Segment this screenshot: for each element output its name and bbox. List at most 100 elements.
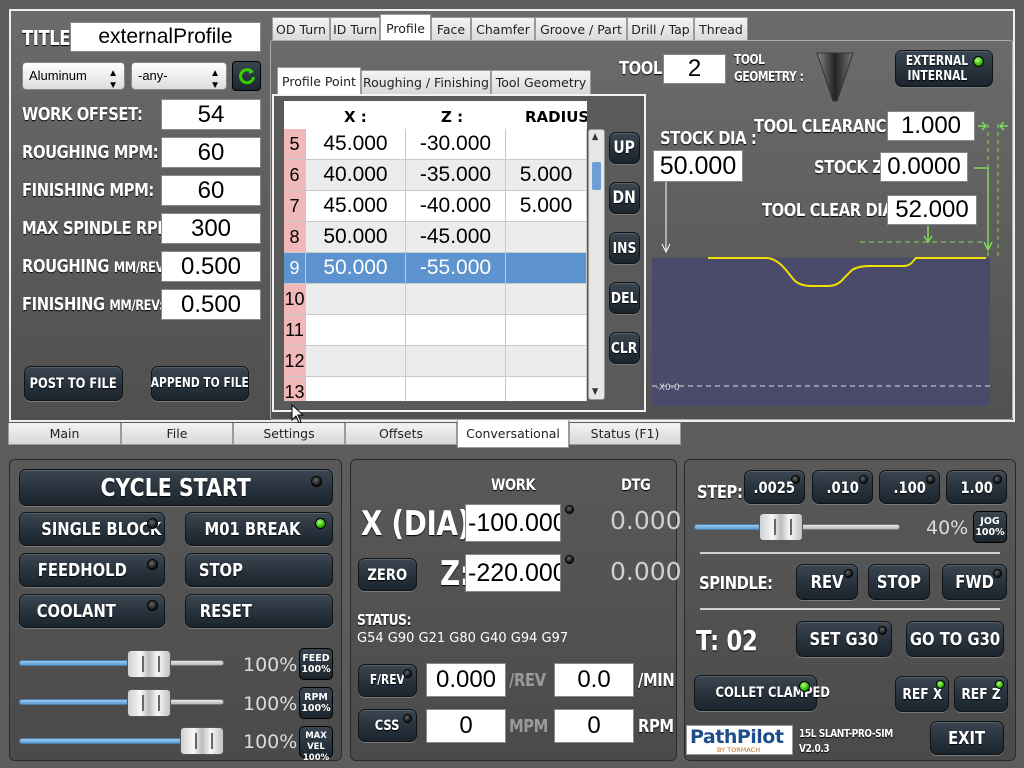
radius-cell[interactable] [506, 346, 587, 377]
row-number-cell[interactable]: 10 [284, 284, 306, 315]
x-cell[interactable]: 50.000 [306, 222, 406, 253]
row-number-cell[interactable]: 12 [284, 346, 306, 377]
tab-face[interactable]: Face [431, 17, 471, 41]
z-cell[interactable]: -55.000 [406, 253, 506, 284]
x-cell[interactable]: 45.000 [306, 191, 406, 222]
z-cell[interactable] [406, 284, 506, 315]
material-select[interactable]: Aluminum ▲ ▼ [22, 62, 125, 91]
m01-break-button[interactable]: M01 BREAK [185, 512, 333, 546]
title-input[interactable]: externalProfile [70, 22, 261, 52]
stop-button[interactable]: STOP [185, 553, 333, 587]
table-row[interactable]: 6 40.000 -35.000 5.000 [284, 160, 587, 191]
row-number-cell[interactable]: 9 [284, 253, 306, 284]
row-number-cell[interactable]: 13 [284, 377, 306, 401]
tab-chamfer[interactable]: Chamfer [471, 17, 535, 41]
tab-thread[interactable]: Thread [694, 17, 748, 41]
x-cell[interactable]: 45.000 [306, 129, 406, 160]
spindle-rev-button[interactable]: REV [796, 564, 858, 600]
table-row[interactable]: 5 45.000 -30.000 [284, 129, 587, 160]
zero-button[interactable]: ZERO [358, 558, 417, 591]
reset-button[interactable]: RESET [185, 594, 333, 628]
feed-slider-knob[interactable] [127, 650, 171, 678]
x-cell[interactable] [306, 284, 406, 315]
tab-tool-geometry[interactable]: Tool Geometry [491, 70, 591, 94]
z-cell[interactable]: -40.000 [406, 191, 506, 222]
z-cell[interactable]: -45.000 [406, 222, 506, 253]
table-scrollbar[interactable]: ▲ ▼ [588, 129, 605, 400]
append-to-file-button[interactable]: APPEND TO FILE [151, 366, 249, 401]
css-button[interactable]: CSS [358, 709, 417, 742]
tab-groove-part[interactable]: Groove / Part [535, 17, 627, 41]
ref-x-button[interactable]: REF X [895, 676, 949, 712]
roughing-mpm-input[interactable]: 60 [161, 137, 261, 168]
collet-clamped-button[interactable]: COLLET CLAMPED [694, 675, 830, 711]
z-cell[interactable]: -35.000 [406, 160, 506, 191]
step-0025-button[interactable]: .0025 [744, 470, 805, 504]
tab-drill-tap[interactable]: Drill / Tap [627, 17, 694, 41]
maxvel-reset-button[interactable]: MAX VEL 100% [299, 726, 333, 763]
delete-row-button[interactable]: DEL [609, 282, 640, 314]
table-row[interactable]: 12 [284, 346, 587, 377]
step-100-button[interactable]: .100 [879, 470, 940, 504]
tab-id-turn[interactable]: ID Turn [330, 17, 380, 41]
table-row[interactable]: 9 50.000 -55.000 [284, 253, 587, 284]
ref-z-button[interactable]: REF Z [954, 676, 1008, 712]
coolant-button[interactable]: COOLANT [19, 594, 165, 628]
tab-conversational[interactable]: Conversational [457, 420, 569, 448]
scroll-down-icon[interactable]: ▼ [592, 387, 598, 397]
jog-reset-button[interactable]: JOG 100% [973, 511, 1007, 543]
tab-od-turn[interactable]: OD Turn [272, 17, 330, 41]
step-1-00-button[interactable]: 1.00 [946, 470, 1007, 504]
max-spindle-rpm-input[interactable]: 300 [161, 213, 261, 244]
single-block-button[interactable]: SINGLE BLOCK [19, 512, 165, 546]
roughing-mmrev-input[interactable]: 0.500 [161, 251, 261, 282]
external-internal-toggle[interactable]: EXTERNAL INTERNAL [895, 50, 993, 87]
row-number-cell[interactable]: 5 [284, 129, 306, 160]
table-row[interactable]: 8 50.000 -45.000 [284, 222, 587, 253]
row-up-button[interactable]: UP [609, 132, 640, 164]
table-row[interactable]: 11 [284, 315, 587, 346]
cycle-start-button[interactable]: CYCLE START [19, 469, 333, 506]
rpm-reset-button[interactable]: RPM 100% [299, 687, 333, 719]
radius-cell[interactable]: 5.000 [506, 191, 587, 222]
table-row[interactable]: 10 [284, 284, 587, 315]
scroll-up-icon[interactable]: ▲ [592, 132, 598, 142]
radius-cell[interactable] [506, 253, 587, 284]
tab-roughing-finishing[interactable]: Roughing / Finishing [361, 70, 491, 94]
go-to-g30-button[interactable]: GO TO G30 [906, 621, 1004, 657]
clear-table-button[interactable]: CLR [609, 332, 640, 364]
z-work-input[interactable]: -220.000 [465, 554, 561, 592]
table-row[interactable]: 13 [284, 377, 587, 401]
row-number-cell[interactable]: 11 [284, 315, 306, 346]
x-cell[interactable] [306, 377, 406, 401]
radius-cell[interactable] [506, 284, 587, 315]
material-grade-select[interactable]: -any- ▲ ▼ [131, 62, 227, 91]
table-row[interactable]: 7 45.000 -40.000 5.000 [284, 191, 587, 222]
radius-cell[interactable] [506, 129, 587, 160]
profile-table[interactable]: X : Z : RADIUS : 545.000-30.000640.000-3… [284, 101, 587, 401]
radius-cell[interactable] [506, 377, 587, 401]
rpm-slider-knob[interactable] [127, 689, 171, 717]
z-cell[interactable]: -30.000 [406, 129, 506, 160]
x-cell[interactable]: 40.000 [306, 160, 406, 191]
z-cell[interactable] [406, 315, 506, 346]
row-number-cell[interactable]: 6 [284, 160, 306, 191]
post-to-file-button[interactable]: POST TO FILE [24, 366, 123, 401]
x-cell[interactable] [306, 315, 406, 346]
x-cell[interactable]: 50.000 [306, 253, 406, 284]
finishing-mmrev-input[interactable]: 0.500 [161, 289, 261, 320]
radius-cell[interactable] [506, 222, 587, 253]
x-work-input[interactable]: -100.000 [465, 504, 561, 542]
row-number-cell[interactable]: 8 [284, 222, 306, 253]
tab-profile-point[interactable]: Profile Point [277, 67, 361, 94]
tab-main[interactable]: Main [8, 423, 121, 445]
x-cell[interactable] [306, 346, 406, 377]
row-down-button[interactable]: DN [609, 182, 640, 214]
spindle-fwd-button[interactable]: FWD [942, 564, 1007, 600]
tab-profile[interactable]: Profile [380, 14, 431, 41]
exit-button[interactable]: EXIT [930, 721, 1004, 755]
feedhold-button[interactable]: FEEDHOLD [19, 553, 165, 587]
scroll-thumb[interactable] [592, 162, 601, 190]
feed-reset-button[interactable]: FEED 100% [299, 648, 333, 680]
finishing-mpm-input[interactable]: 60 [161, 175, 261, 206]
